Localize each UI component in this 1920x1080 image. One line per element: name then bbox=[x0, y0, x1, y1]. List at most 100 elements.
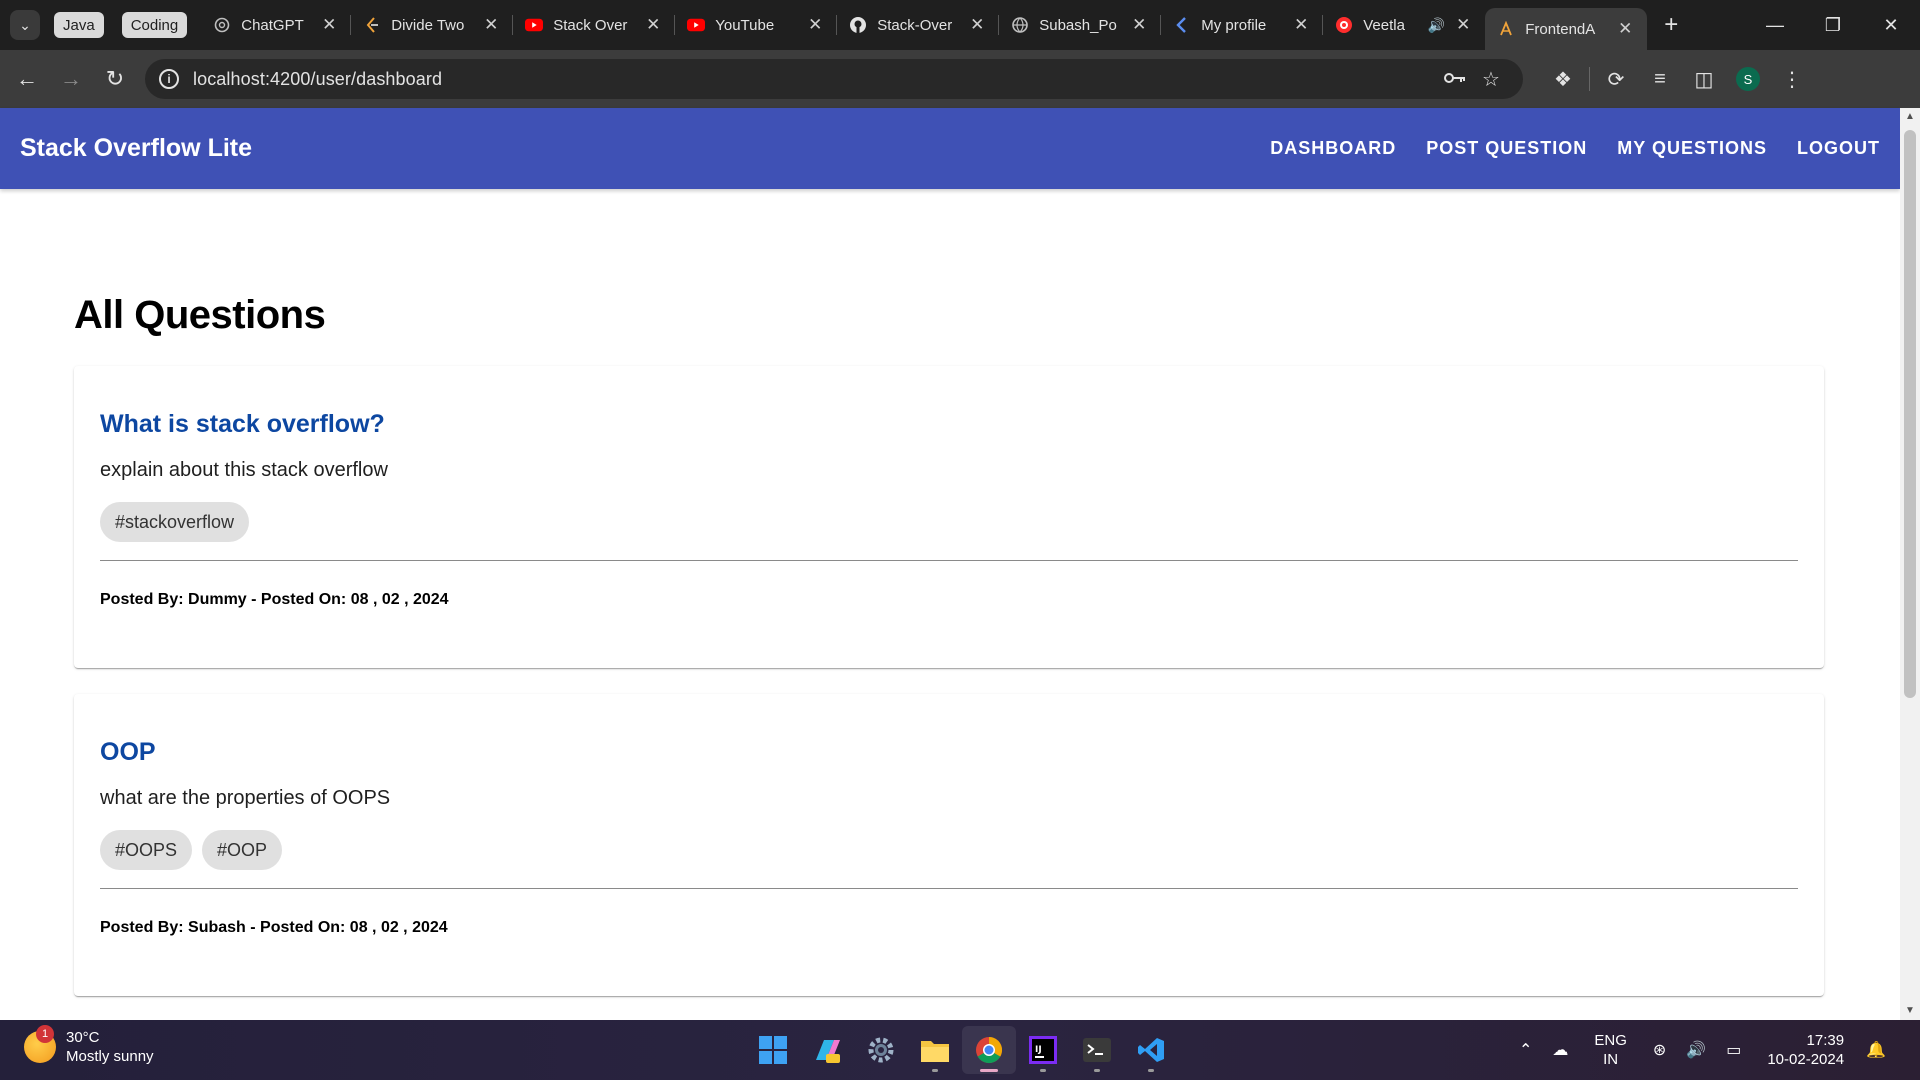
running-indicator bbox=[1148, 1069, 1154, 1072]
weather-description: Mostly sunny bbox=[66, 1048, 154, 1065]
close-window-button[interactable]: ✕ bbox=[1862, 0, 1920, 50]
onedrive-error-icon[interactable]: ☁ bbox=[1552, 1040, 1568, 1060]
tab-title: ChatGPT bbox=[241, 16, 304, 34]
question-body: explain about this stack overflow bbox=[100, 459, 388, 481]
wifi-icon[interactable]: ⊛ bbox=[1653, 1040, 1666, 1060]
terminal-app[interactable] bbox=[1070, 1026, 1124, 1074]
copilot-app[interactable] bbox=[800, 1026, 854, 1074]
side-panel-icon[interactable]: ◫ bbox=[1682, 67, 1726, 92]
close-icon[interactable]: ✕ bbox=[319, 15, 339, 35]
tab-veetla[interactable]: Veetla 🔊 ✕ bbox=[1323, 0, 1485, 50]
tag-chip[interactable]: #OOPS bbox=[100, 830, 193, 870]
settings-app[interactable] bbox=[854, 1026, 908, 1074]
extensions-icon[interactable]: ❖ bbox=[1541, 67, 1585, 92]
close-icon[interactable]: ✕ bbox=[1291, 15, 1311, 35]
reload-button[interactable]: ↻ bbox=[93, 57, 137, 101]
copilot-icon bbox=[816, 1040, 840, 1063]
chrome-app[interactable] bbox=[962, 1026, 1016, 1074]
key-icon[interactable] bbox=[1437, 68, 1473, 91]
menu-icon[interactable]: ⋮ bbox=[1770, 67, 1814, 92]
clock[interactable]: 17:39 10-02-2024 bbox=[1767, 1031, 1844, 1069]
close-icon[interactable]: ✕ bbox=[1453, 15, 1473, 35]
intellij-app[interactable]: IJ bbox=[1016, 1026, 1070, 1074]
question-title[interactable]: What is stack overflow? bbox=[100, 410, 1798, 439]
close-icon[interactable]: ✕ bbox=[1129, 15, 1149, 35]
vscode-app[interactable] bbox=[1124, 1026, 1178, 1074]
tab-title: YouTube bbox=[715, 16, 775, 34]
performance-icon[interactable]: ⟳ bbox=[1594, 67, 1638, 92]
profile-avatar[interactable]: S bbox=[1736, 67, 1760, 91]
volume-icon[interactable]: 🔊 bbox=[1686, 1040, 1706, 1060]
running-indicator bbox=[1094, 1069, 1100, 1072]
tag-chip[interactable]: #stackoverflow bbox=[100, 502, 250, 542]
page-scrollbar[interactable]: ▲ ▼ bbox=[1900, 108, 1920, 1020]
language-indicator[interactable]: ENG IN bbox=[1594, 1031, 1627, 1069]
folder-icon bbox=[921, 1041, 949, 1062]
battery-icon[interactable]: ▭ bbox=[1726, 1040, 1741, 1060]
tab-stack-over-youtube[interactable]: Stack Over ✕ bbox=[513, 0, 676, 50]
record-icon bbox=[1335, 16, 1353, 34]
app-brand[interactable]: Stack Overflow Lite bbox=[20, 134, 252, 163]
nav-post-question[interactable]: POST QUESTION bbox=[1426, 138, 1587, 159]
start-button[interactable] bbox=[746, 1026, 800, 1074]
tab-chatgpt[interactable]: ChatGPT ✕ bbox=[201, 0, 352, 50]
running-indicator bbox=[932, 1069, 938, 1072]
toolbar-divider bbox=[1589, 67, 1590, 91]
angular-icon bbox=[1497, 20, 1515, 38]
back-button[interactable]: ← bbox=[5, 57, 49, 101]
scroll-down-icon[interactable]: ▼ bbox=[1900, 1002, 1920, 1020]
media-control-icon[interactable]: ≡ bbox=[1638, 68, 1682, 91]
tab-title: Stack Over bbox=[553, 16, 628, 34]
gear-icon bbox=[868, 1037, 894, 1063]
close-icon[interactable]: ✕ bbox=[643, 15, 663, 35]
tab-youtube[interactable]: YouTube ✕ bbox=[675, 0, 838, 50]
tab-my-profile[interactable]: My profile ✕ bbox=[1161, 0, 1324, 50]
close-icon[interactable]: ✕ bbox=[1615, 19, 1635, 39]
restore-button[interactable]: ❐ bbox=[1804, 0, 1862, 50]
scroll-up-icon[interactable]: ▲ bbox=[1900, 108, 1920, 126]
tab-group-coding[interactable]: Coding bbox=[121, 12, 188, 38]
minimize-button[interactable]: — bbox=[1746, 0, 1804, 50]
nav-my-questions[interactable]: MY QUESTIONS bbox=[1617, 138, 1767, 159]
reload-icon: ↻ bbox=[105, 66, 125, 91]
site-info-icon[interactable]: i bbox=[159, 69, 179, 89]
tab-title: Stack-Over bbox=[877, 16, 953, 34]
tag-chip[interactable]: #OOP bbox=[202, 830, 283, 870]
file-explorer-app[interactable] bbox=[908, 1026, 962, 1074]
nav-dashboard[interactable]: DASHBOARD bbox=[1270, 138, 1396, 159]
running-indicator bbox=[1040, 1069, 1046, 1072]
tab-group-java[interactable]: Java bbox=[54, 12, 104, 38]
speaker-icon[interactable]: 🔊 bbox=[1428, 17, 1445, 34]
chevron-up-icon[interactable]: ⌃ bbox=[1519, 1040, 1532, 1060]
nav-logout[interactable]: LOGOUT bbox=[1797, 138, 1880, 159]
card-divider bbox=[100, 560, 1798, 561]
new-tab-button[interactable]: + bbox=[1653, 11, 1689, 39]
tab-divide-two[interactable]: Divide Two ✕ bbox=[351, 0, 514, 50]
question-title[interactable]: OOP bbox=[100, 738, 1798, 767]
close-icon: ✕ bbox=[1883, 14, 1899, 35]
weather-widget[interactable]: 1 30°C Mostly sunny bbox=[24, 1025, 154, 1066]
window-controls: — ❐ ✕ bbox=[1746, 0, 1920, 50]
question-card: What is stack overflow? explain about th… bbox=[74, 366, 1824, 668]
tab-search-button[interactable]: ⌄ bbox=[10, 10, 40, 40]
tab-stack-over-github[interactable]: Stack-Over ✕ bbox=[837, 0, 1000, 50]
close-icon[interactable]: ✕ bbox=[481, 15, 501, 35]
page-title: All Questions bbox=[74, 293, 326, 337]
address-url[interactable]: localhost:4200/user/dashboard bbox=[193, 69, 1437, 90]
tab-subash-portfolio[interactable]: Subash_Po ✕ bbox=[999, 0, 1162, 50]
close-icon[interactable]: ✕ bbox=[967, 15, 987, 35]
question-meta: Posted By: Subash - Posted On: 08 , 02 ,… bbox=[100, 919, 448, 936]
tab-frontend-app[interactable]: FrontendA ✕ bbox=[1485, 8, 1648, 50]
arrow-left-icon: ← bbox=[16, 66, 38, 91]
tab-title: Veetla bbox=[1363, 16, 1405, 34]
scrollbar-thumb[interactable] bbox=[1904, 130, 1916, 698]
forward-button[interactable]: → bbox=[49, 57, 93, 101]
system-tray: ⌃ ☁ ENG IN ⊛ 🔊 ▭ 17:39 10-02-2024 🔔 bbox=[1509, 1020, 1896, 1080]
close-icon[interactable]: ✕ bbox=[805, 15, 825, 35]
browser-toolbar: ← → ↻ i localhost:4200/user/dashboard ☆ … bbox=[0, 50, 1920, 108]
tab-strip: ⌄ Java Coding ChatGPT ✕ Divide Two ✕ Sta… bbox=[0, 0, 1920, 50]
bell-icon[interactable]: 🔔 bbox=[1866, 1040, 1886, 1060]
address-bar[interactable]: i localhost:4200/user/dashboard ☆ bbox=[145, 59, 1523, 99]
tab-title: Subash_Po bbox=[1039, 16, 1117, 34]
star-icon[interactable]: ☆ bbox=[1473, 67, 1509, 92]
